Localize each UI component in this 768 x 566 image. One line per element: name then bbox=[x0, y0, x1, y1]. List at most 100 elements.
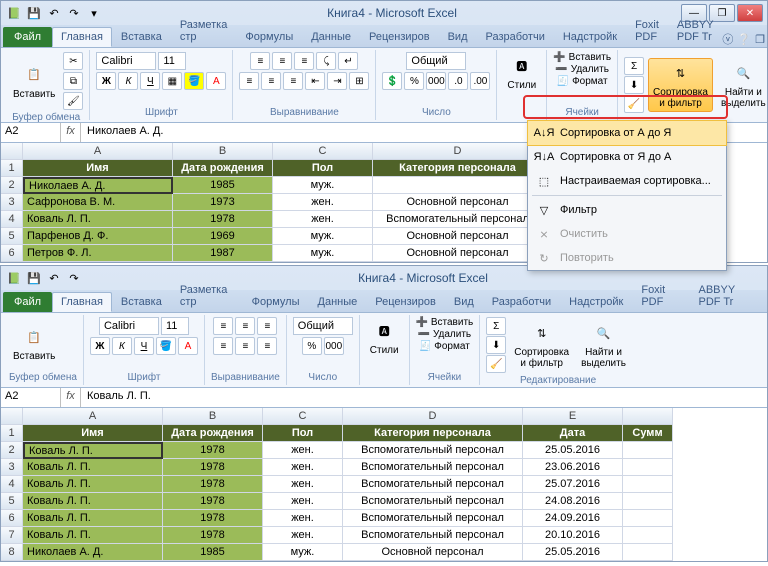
cell[interactable]: муж. bbox=[273, 245, 373, 262]
tab-abbyy[interactable]: ABBYY PDF Tr bbox=[689, 280, 767, 312]
decrease-decimal-icon[interactable]: .00 bbox=[470, 72, 490, 90]
cell[interactable]: жен. bbox=[273, 211, 373, 228]
currency-icon[interactable]: 💲 bbox=[382, 72, 402, 90]
row-header[interactable]: 4 bbox=[1, 211, 23, 228]
cell[interactable]: Коваль Л. П. bbox=[23, 527, 163, 544]
comma-icon[interactable]: 000 bbox=[426, 72, 446, 90]
tab-developer[interactable]: Разработчи bbox=[477, 27, 554, 47]
cell[interactable]: Коваль Л. П. bbox=[23, 510, 163, 527]
cell[interactable]: 1978 bbox=[163, 510, 263, 527]
autosum-icon[interactable]: Σ bbox=[624, 57, 644, 75]
cell[interactable] bbox=[623, 476, 673, 493]
row-header[interactable]: 3 bbox=[1, 194, 23, 211]
tab-foxit[interactable]: Foxit PDF bbox=[632, 280, 689, 312]
align-bottom-icon[interactable]: ≡ bbox=[294, 52, 314, 70]
menu-filter[interactable]: ▽ Фильтр bbox=[528, 198, 726, 222]
cell[interactable]: Основной персонал bbox=[373, 228, 543, 245]
font-color-button[interactable]: A bbox=[178, 337, 198, 355]
save-icon[interactable]: 💾 bbox=[25, 269, 43, 287]
cell[interactable]: Вспомогательный персонал bbox=[343, 493, 523, 510]
table-header[interactable]: Пол bbox=[273, 160, 373, 177]
row-header[interactable]: 1 bbox=[1, 160, 23, 177]
find-select-button[interactable]: 🔍 Найти и выделить bbox=[717, 59, 768, 111]
cell[interactable]: 24.08.2016 bbox=[523, 493, 623, 510]
row-header[interactable]: 5 bbox=[1, 228, 23, 245]
cell[interactable]: Коваль Л. П. bbox=[23, 459, 163, 476]
cell[interactable]: Вспомогательный персонал bbox=[343, 527, 523, 544]
cell[interactable] bbox=[623, 510, 673, 527]
cell[interactable] bbox=[623, 459, 673, 476]
fx-icon[interactable]: fx bbox=[61, 388, 81, 407]
cell[interactable]: жен. bbox=[263, 527, 343, 544]
table-header[interactable]: Категория персонала bbox=[373, 160, 543, 177]
cell[interactable]: Парфенов Д. Ф. bbox=[23, 228, 173, 245]
italic-button[interactable]: К bbox=[112, 337, 132, 355]
minimize-ribbon-icon[interactable]: ⓥ bbox=[722, 31, 733, 47]
cell[interactable]: 24.09.2016 bbox=[523, 510, 623, 527]
fill-color-button[interactable]: 🪣 bbox=[156, 337, 176, 355]
fill-icon[interactable]: ⬇ bbox=[624, 76, 644, 94]
cells-insert-button[interactable]: ➕ Вставить bbox=[553, 52, 611, 63]
cell[interactable]: Сафронова В. М. bbox=[23, 194, 173, 211]
italic-button[interactable]: К bbox=[118, 72, 138, 90]
cell[interactable]: жен. bbox=[263, 493, 343, 510]
align-right-icon[interactable]: ≡ bbox=[283, 72, 303, 90]
styles-button[interactable]: 🅰 Стили bbox=[503, 52, 540, 93]
cell[interactable] bbox=[623, 442, 673, 459]
tab-insert[interactable]: Вставка bbox=[112, 292, 171, 312]
bold-button[interactable]: Ж bbox=[90, 337, 110, 355]
cell[interactable]: Петров Ф. Л. bbox=[23, 245, 173, 262]
cells-delete-button[interactable]: ➖ Удалить bbox=[555, 64, 609, 75]
save-icon[interactable]: 💾 bbox=[25, 4, 43, 22]
cell[interactable]: 25.05.2016 bbox=[523, 442, 623, 459]
menu-custom-sort[interactable]: ⬚ Настраиваемая сортировка... bbox=[528, 169, 726, 193]
formula-input[interactable]: Коваль Л. П. bbox=[81, 388, 767, 407]
cell[interactable]: муж. bbox=[273, 177, 373, 194]
table-header[interactable]: Имя bbox=[23, 160, 173, 177]
cell[interactable]: 20.10.2016 bbox=[523, 527, 623, 544]
increase-decimal-icon[interactable]: .0 bbox=[448, 72, 468, 90]
cell[interactable]: Коваль Л. П. bbox=[23, 476, 163, 493]
cell[interactable]: 1978 bbox=[163, 476, 263, 493]
col-header[interactable]: A bbox=[23, 408, 163, 425]
format-painter-icon[interactable]: 🖌 bbox=[63, 92, 83, 110]
cells-format-button[interactable]: 🧾 Формат bbox=[419, 341, 470, 352]
tab-view[interactable]: Вид bbox=[445, 292, 483, 312]
number-format-combo[interactable]: Общий bbox=[293, 317, 353, 335]
cell[interactable]: 1978 bbox=[163, 442, 263, 459]
font-size-combo[interactable]: 11 bbox=[161, 317, 189, 335]
bold-button[interactable]: Ж bbox=[96, 72, 116, 90]
col-header[interactable]: C bbox=[273, 143, 373, 160]
cell[interactable]: Основной персонал bbox=[373, 245, 543, 262]
excel-icon[interactable]: 📗 bbox=[5, 4, 23, 22]
row-header[interactable]: 6 bbox=[1, 245, 23, 262]
col-header[interactable]: B bbox=[173, 143, 273, 160]
cell[interactable]: Коваль Л. П. bbox=[23, 211, 173, 228]
row-header[interactable]: 8 bbox=[1, 544, 23, 561]
undo-icon[interactable]: ↶ bbox=[45, 269, 63, 287]
cell[interactable] bbox=[373, 177, 543, 194]
cell[interactable] bbox=[623, 544, 673, 561]
font-name-combo[interactable]: Calibri bbox=[96, 52, 156, 70]
cell[interactable]: 1987 bbox=[173, 245, 273, 262]
tab-abbyy[interactable]: ABBYY PDF Tr bbox=[668, 15, 723, 47]
tab-file[interactable]: Файл bbox=[3, 292, 52, 312]
tab-data[interactable]: Данные bbox=[309, 292, 367, 312]
cell[interactable]: Вспомогательный персонал bbox=[373, 211, 543, 228]
align-left-icon[interactable]: ≡ bbox=[239, 72, 259, 90]
align-top-icon[interactable]: ≡ bbox=[250, 52, 270, 70]
cell[interactable]: 1973 bbox=[173, 194, 273, 211]
merge-button[interactable]: ⊞ bbox=[349, 72, 369, 90]
tab-data[interactable]: Данные bbox=[302, 27, 360, 47]
decrease-indent-icon[interactable]: ⇤ bbox=[305, 72, 325, 90]
border-button[interactable]: ▦ bbox=[162, 72, 182, 90]
col-header[interactable]: D bbox=[343, 408, 523, 425]
row-header[interactable]: 7 bbox=[1, 527, 23, 544]
row-header[interactable]: 2 bbox=[1, 177, 23, 194]
styles-button[interactable]: 🅰Стили bbox=[366, 317, 403, 358]
cell[interactable]: 1969 bbox=[173, 228, 273, 245]
orientation-icon[interactable]: ⤹ bbox=[316, 52, 336, 70]
cell[interactable]: Николаев А. Д. bbox=[23, 177, 173, 194]
cell[interactable]: жен. bbox=[273, 194, 373, 211]
cell[interactable]: 25.07.2016 bbox=[523, 476, 623, 493]
